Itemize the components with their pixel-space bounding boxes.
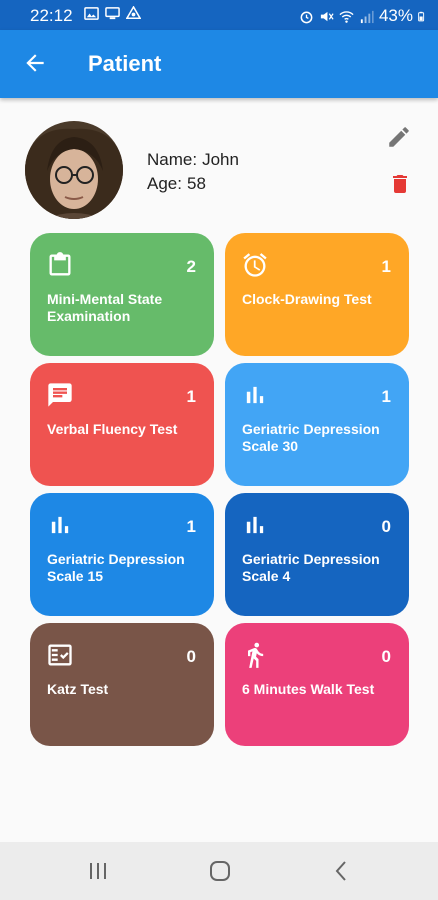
page-title: Patient [88,51,162,76]
test-card[interactable]: 2 Mini-Mental State Examination [30,233,214,356]
test-label: Geriatric Depression Scale 15 [47,551,185,584]
status-bar: 22:12 43% [0,0,438,30]
test-count: 0 [381,647,391,666]
test-card[interactable]: 0 Katz Test [30,623,214,746]
test-card[interactable]: 1 Verbal Fluency Test [30,363,214,486]
test-label: Clock-Drawing Test [242,291,372,307]
alarm-clock-icon [241,251,269,279]
test-count: 0 [381,517,391,536]
back-arrow-icon[interactable] [22,50,48,76]
test-label: Katz Test [47,681,109,697]
test-count: 1 [186,387,196,406]
alarm-icon [300,11,313,23]
recents-icon[interactable] [86,860,110,882]
edit-icon[interactable] [386,124,412,150]
monitor-icon [105,7,120,20]
battery-icon [418,11,425,21]
patient-age: 58 [186,174,206,193]
clipboard-icon [46,251,74,279]
test-count: 2 [186,257,196,276]
test-card[interactable]: 1 Clock-Drawing Test [225,233,409,356]
name-label: Name: [147,150,198,169]
patient-info: Name: John Age: 58 [147,148,239,196]
signal-icon [360,10,374,23]
app-bar: Patient [0,30,438,98]
test-label: Geriatric Depression Scale 4 [242,551,380,584]
walking-person-icon [241,641,269,669]
test-label: Verbal Fluency Test [47,421,178,437]
age-label: Age: [147,174,182,193]
back-nav-icon[interactable] [330,860,354,882]
system-nav-bar [0,842,438,900]
test-card[interactable]: 1 Geriatric Depression Scale 15 [30,493,214,616]
test-count: 1 [186,517,196,536]
avatar [25,121,123,219]
battery-percent: 43% [378,6,413,25]
bar-chart-icon [241,381,269,409]
patient-age-row: Age: 58 [147,172,239,196]
test-label: Mini-Mental State Examination [47,291,163,324]
bar-chart-icon [241,511,269,539]
checklist-icon [46,641,74,669]
home-icon[interactable] [208,860,232,882]
delete-icon[interactable] [388,171,412,197]
drive-icon [126,6,141,19]
patient-photo [25,121,123,219]
chat-icon [46,381,74,409]
test-count: 1 [381,387,391,406]
patient-name-row: Name: John [147,148,239,172]
bar-chart-icon [46,511,74,539]
test-card[interactable]: 0 Geriatric Depression Scale 4 [225,493,409,616]
gallery-icon [84,7,99,20]
test-card[interactable]: 0 6 Minutes Walk Test [225,623,409,746]
test-label: Geriatric Depression Scale 30 [242,421,380,454]
wifi-icon [339,10,354,23]
test-label: 6 Minutes Walk Test [242,681,375,697]
test-card[interactable]: 1 Geriatric Depression Scale 30 [225,363,409,486]
mute-icon [320,11,334,21]
status-time: 22:12 [30,6,73,25]
test-count: 1 [381,257,391,276]
test-count: 0 [186,647,196,666]
patient-name: John [202,150,239,169]
